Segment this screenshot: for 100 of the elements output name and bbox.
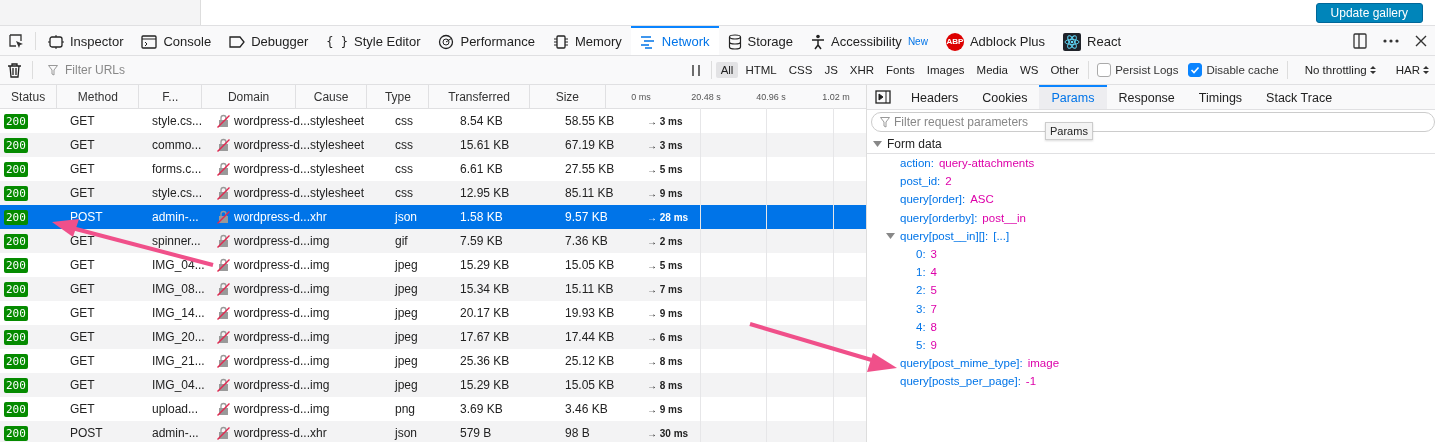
- table-cell-text: GET: [69, 162, 96, 176]
- devtools-tab[interactable]: Debugger: [220, 26, 318, 55]
- request-row[interactable]: 200 GET IMG_04... wordpress-d...img jpeg 15.29 KB 15.05 KB → 5 ms: [0, 253, 866, 277]
- status-code: 200: [4, 353, 28, 369]
- table-cell-text: 6.61 KB: [459, 162, 504, 176]
- type-filter-button[interactable]: HTML: [740, 62, 782, 78]
- column-header[interactable]: Method: [57, 85, 140, 108]
- table-cell-text: 17.44 KB: [564, 330, 616, 344]
- table-cell-text: json: [393, 426, 418, 440]
- table-cell-text: IMG_04...: [151, 258, 206, 272]
- section-header[interactable]: Form data: [867, 135, 1435, 154]
- type-filter-button[interactable]: Other: [1045, 62, 1085, 78]
- devtools-tab[interactable]: Inspector: [39, 26, 133, 55]
- type-filter-button[interactable]: Fonts: [881, 62, 920, 78]
- request-row[interactable]: 200 GET spinner... wordpress-d...img gif 7.59 KB 7.36 KB → 2 ms: [0, 229, 866, 253]
- request-row[interactable]: 200 GET IMG_04... wordpress-d...img jpeg 15.29 KB 15.05 KB → 8 ms: [0, 373, 866, 397]
- insecure-lock-icon: [217, 426, 230, 440]
- param-value: post__in: [982, 211, 1026, 224]
- type-filter-button[interactable]: CSS: [783, 62, 818, 78]
- table-cell-text: stylesheet: [310, 162, 366, 176]
- table-cell: wordpress-d...: [233, 138, 310, 152]
- table-cell-text: jpeg: [393, 330, 419, 344]
- performance-icon: [438, 33, 455, 50]
- insecure-lock-icon: [217, 162, 230, 176]
- request-row[interactable]: 200 POST admin-... wordpress-d...xhr json 579 B 98 B → 30 ms: [0, 421, 866, 442]
- type-filter-button[interactable]: Images: [921, 62, 970, 78]
- column-header[interactable]: F...: [139, 85, 203, 108]
- table-cell-text: upload...: [151, 402, 200, 416]
- table-cell-text: GET: [69, 354, 96, 368]
- request-row[interactable]: 200 GET IMG_20... wordpress-d...img jpeg 17.67 KB 17.44 KB → 6 ms: [0, 325, 866, 349]
- table-cell-text: stylesheet: [310, 186, 366, 200]
- table-cell: wordpress-d...: [233, 426, 310, 440]
- timing-label: → 2 ms: [646, 235, 683, 247]
- table-cell: wordpress-d...: [233, 306, 310, 320]
- details-tab[interactable]: Response: [1106, 85, 1187, 109]
- table-cell-text: img: [310, 378, 331, 392]
- devtools-tab[interactable]: { } Style Editor: [317, 26, 430, 55]
- table-cell-text: jpeg: [393, 282, 419, 296]
- devtools-tab[interactable]: ABP Adblock Plus: [936, 26, 1055, 55]
- table-cell-text: 3.69 KB: [459, 402, 504, 416]
- table-cell-text: css: [394, 162, 414, 176]
- request-row[interactable]: 200 GET style.cs... wordpress-d...stylesheet css 12.95 KB 85.11 KB → 9 ms: [0, 181, 866, 205]
- devtools-tab[interactable]: Memory: [543, 26, 631, 55]
- type-filter-button[interactable]: Media: [971, 62, 1013, 78]
- twisty-icon[interactable]: [886, 232, 895, 239]
- dropdown-menu[interactable]: HAR: [1395, 64, 1429, 76]
- request-row[interactable]: 200 GET forms.c... wordpress-d...stylesheet css 6.61 KB 27.55 KB → 5 ms: [0, 157, 866, 181]
- table-cell-text: 25.36 KB: [459, 354, 511, 368]
- details-tab[interactable]: Timings: [1186, 85, 1255, 109]
- update-gallery-button[interactable]: Update gallery: [1315, 3, 1423, 23]
- column-header[interactable]: Status: [0, 85, 58, 108]
- request-row[interactable]: 200 POST admin-... wordpress-d...xhr json 1.58 KB 9.57 KB → 28 ms: [0, 205, 866, 229]
- details-tab[interactable]: Cookies: [970, 85, 1040, 109]
- devtools-tab[interactable]: Accessibility New: [802, 26, 937, 55]
- timing-label: → 9 ms: [646, 307, 683, 319]
- memory-icon: [552, 33, 569, 50]
- table-cell-text: POST: [69, 210, 104, 224]
- column-header[interactable]: Transferred: [429, 85, 530, 108]
- timing-label: → 9 ms: [646, 403, 683, 415]
- table-cell-text: img: [310, 330, 331, 344]
- details-tab[interactable]: Stack Trace: [1254, 85, 1345, 109]
- request-row[interactable]: 200 GET style.cs... wordpress-d...stylesheet css 8.54 KB 58.55 KB → 3 ms: [0, 109, 866, 133]
- filter-urls-field[interactable]: Filter URLs: [63, 62, 684, 78]
- table-cell: wordpress-d...: [233, 258, 310, 272]
- type-filter-button[interactable]: WS: [1014, 62, 1044, 78]
- status-code: 200: [4, 185, 28, 201]
- details-tab[interactable]: Params: [1039, 85, 1107, 109]
- devtools-tab[interactable]: Network: [630, 26, 719, 55]
- table-cell: wordpress-d...: [233, 330, 310, 344]
- dropdown-menu[interactable]: No throttling: [1304, 64, 1376, 76]
- devtools-tab[interactable]: Console: [132, 26, 221, 55]
- table-cell-text: 8.54 KB: [459, 114, 504, 128]
- param-name: action:: [900, 157, 934, 170]
- table-cell-text: 15.05 KB: [564, 378, 616, 392]
- request-row[interactable]: 200 GET IMG_14... wordpress-d...img jpeg 20.17 KB 19.93 KB → 9 ms: [0, 301, 866, 325]
- debugger-icon: [229, 35, 246, 48]
- checkbox[interactable]: [1097, 63, 1112, 77]
- column-header[interactable]: Size: [529, 85, 606, 108]
- request-row[interactable]: 200 GET upload... wordpress-d...img png 3.69 KB 3.46 KB → 9 ms: [0, 397, 866, 421]
- column-header[interactable]: Domain: [202, 85, 296, 108]
- param-value: 4: [930, 266, 937, 279]
- type-filter-button[interactable]: JS: [819, 62, 843, 78]
- table-cell: wordpress-d...: [233, 282, 310, 296]
- details-tab[interactable]: Headers: [899, 85, 971, 109]
- checkbox[interactable]: [1188, 63, 1203, 77]
- insecure-lock-icon: [217, 306, 230, 320]
- devtools-tab[interactable]: Performance: [429, 26, 544, 55]
- request-row[interactable]: 200 GET commo... wordpress-d...stylesheet css 15.61 KB 67.19 KB → 3 ms: [0, 133, 866, 157]
- param-name: 1:: [916, 266, 926, 279]
- request-row[interactable]: 200 GET IMG_21... wordpress-d...img jpeg 25.36 KB 25.12 KB → 8 ms: [0, 349, 866, 373]
- type-filter-button[interactable]: All: [715, 62, 739, 78]
- devtools-tab[interactable]: React: [1054, 26, 1130, 55]
- devtools-tab[interactable]: Storage: [718, 26, 803, 55]
- param-value: 2: [945, 175, 952, 188]
- column-header[interactable]: Cause: [295, 85, 368, 108]
- request-row[interactable]: 200 GET IMG_08... wordpress-d...img jpeg 15.34 KB 15.11 KB → 7 ms: [0, 277, 866, 301]
- param-name: query[post__in][]:: [900, 229, 989, 242]
- param-name: query[orderby]:: [900, 211, 978, 224]
- column-header[interactable]: Type: [367, 85, 430, 108]
- type-filter-button[interactable]: XHR: [844, 62, 880, 78]
